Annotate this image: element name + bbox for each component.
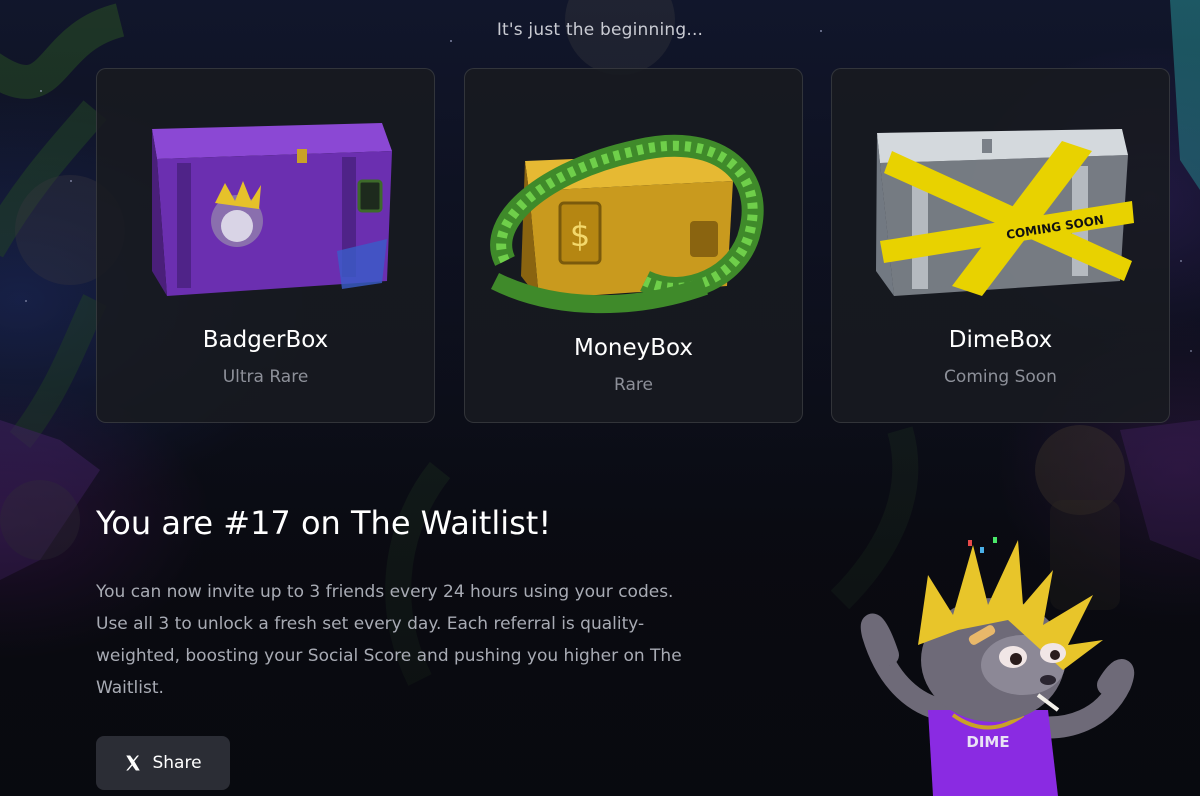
tagline: It's just the beginning... xyxy=(496,20,704,40)
box-cards: BadgerBox Ultra Rare $ MoneyBox Rare COM… xyxy=(96,68,1171,425)
box-card-dimebox[interactable]: COMING SOON DimeBox Coming Soon xyxy=(831,68,1170,423)
share-label: Share xyxy=(152,753,202,773)
waitlist-description: You can now invite up to 3 friends every… xyxy=(96,582,682,698)
dime-badger-mascot: DIME xyxy=(860,537,1135,796)
gold-crate-icon: $ xyxy=(490,134,764,314)
waitlist-title: You are #17 on The Waitlist! xyxy=(96,504,552,542)
box-name: DimeBox xyxy=(948,327,1053,353)
box-name: MoneyBox xyxy=(573,335,693,361)
glass-crate-icon: COMING SOON xyxy=(876,129,1134,296)
box-name: BadgerBox xyxy=(202,327,329,353)
x-logo-icon xyxy=(126,755,141,771)
box-rarity: Rare xyxy=(614,375,653,395)
svg-text:$: $ xyxy=(570,216,590,254)
box-card-moneybox[interactable]: $ MoneyBox Rare xyxy=(464,68,803,423)
svg-text:DIME: DIME xyxy=(966,733,1009,751)
box-rarity: Ultra Rare xyxy=(222,367,309,387)
box-rarity: Coming Soon xyxy=(944,367,1057,387)
share-button[interactable]: Share xyxy=(96,736,230,790)
purple-crate-icon xyxy=(152,123,392,296)
box-card-badgerbox[interactable]: BadgerBox Ultra Rare xyxy=(96,68,435,423)
